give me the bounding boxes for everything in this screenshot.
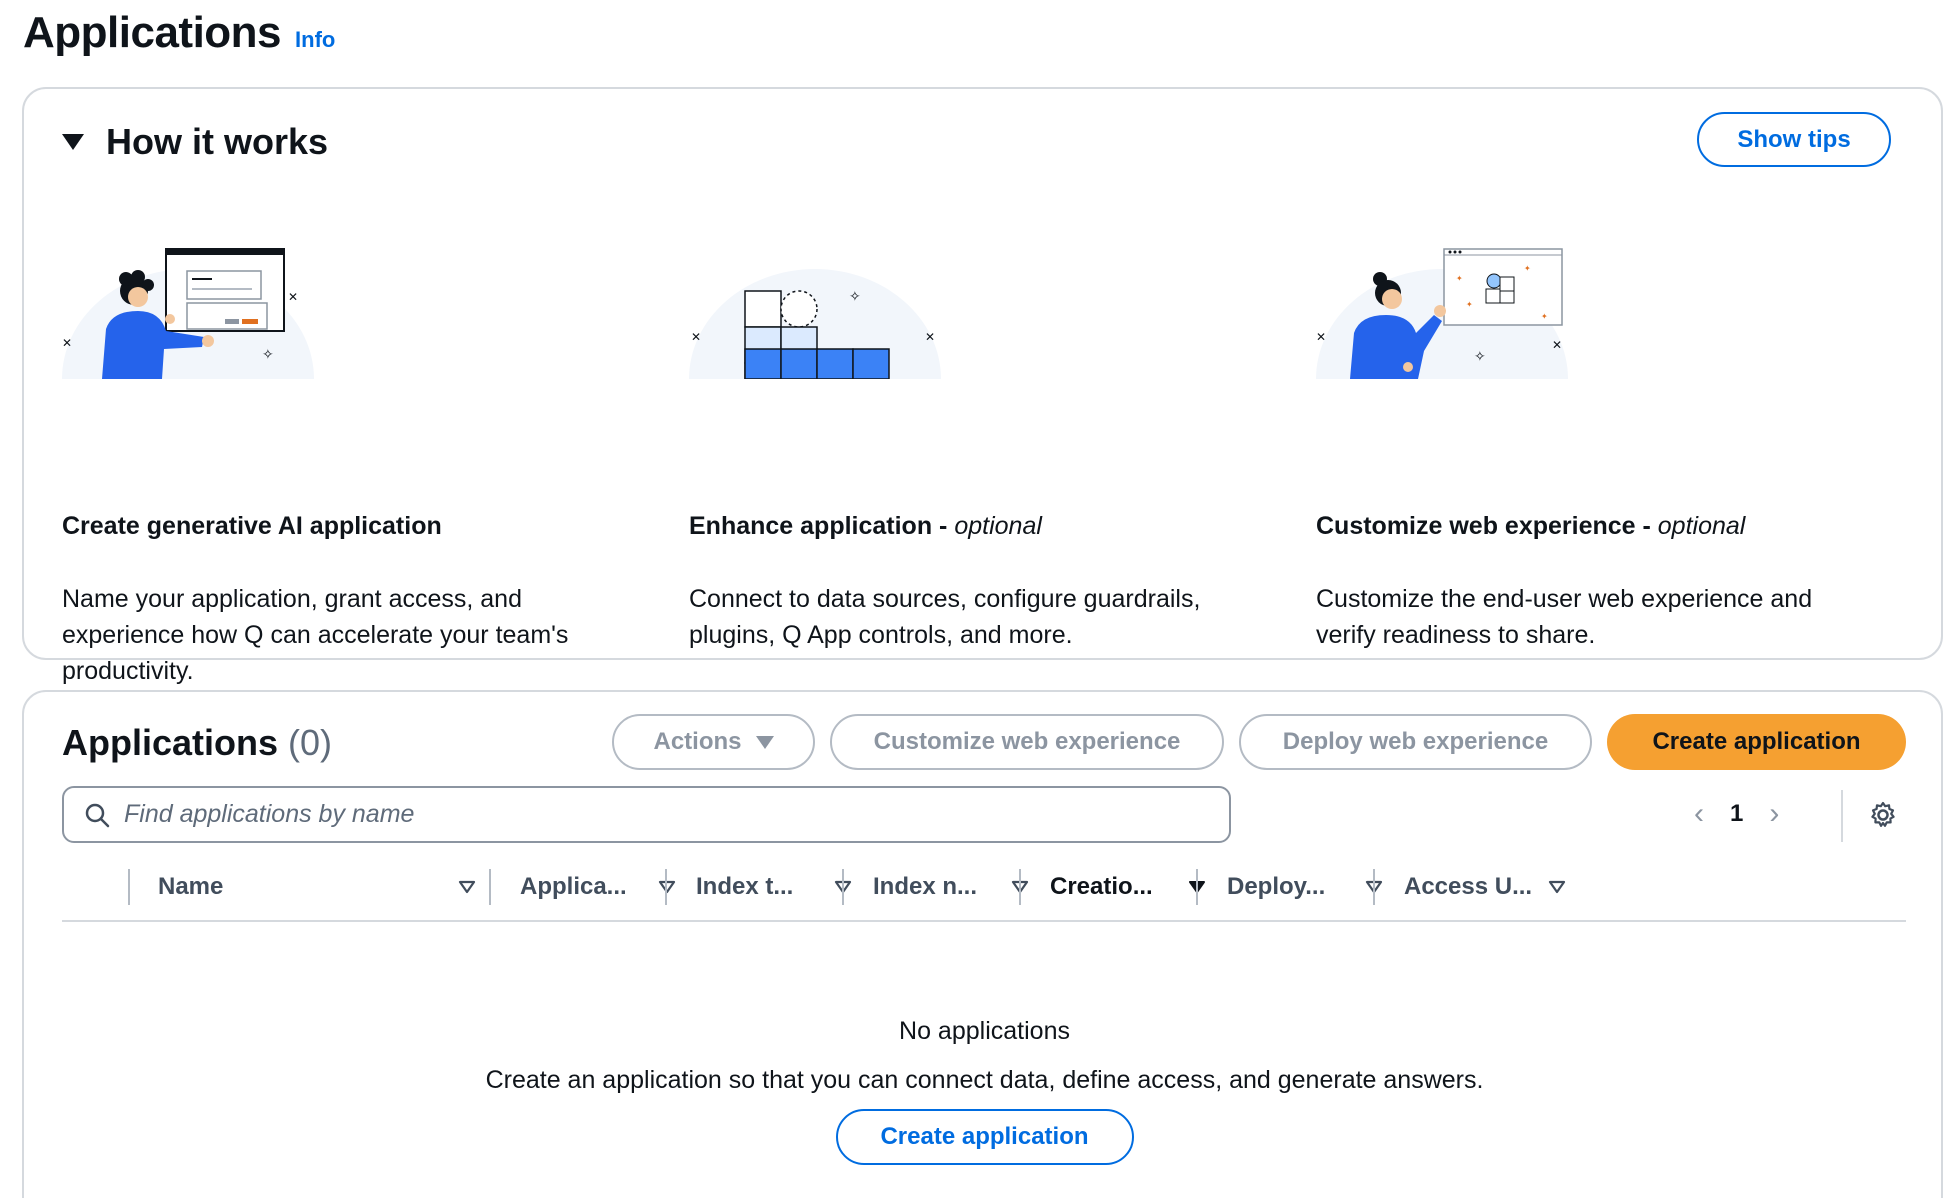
column-header-index-type[interactable]: Index t...: [696, 852, 852, 922]
applications-table-panel: Applications (0) Actions Customize web e…: [22, 690, 1943, 1198]
column-divider: [1373, 869, 1375, 905]
how-it-works-toggle[interactable]: How it works: [62, 121, 328, 163]
column-divider: [128, 869, 130, 905]
actions-label: Actions: [653, 728, 742, 755]
search-input[interactable]: [124, 800, 1174, 829]
svg-text:✕: ✕: [691, 330, 701, 344]
applications-table-title-text: Applications: [62, 722, 279, 763]
column-header-index-name[interactable]: Index n...: [873, 852, 1029, 922]
pagination-divider: [1841, 790, 1843, 842]
svg-text:✕: ✕: [1552, 338, 1562, 352]
svg-text:✦: ✦: [1466, 300, 1473, 309]
svg-text:✧: ✧: [849, 288, 861, 304]
applications-page: Applications Info How it works Show tips: [0, 0, 1954, 1198]
column-divider: [842, 869, 844, 905]
page-header: Applications Info: [23, 8, 335, 58]
svg-text:✕: ✕: [925, 330, 935, 344]
how-it-works-title: How it works: [106, 121, 329, 162]
column-divider: [489, 869, 491, 905]
step-description: Customize the end-user web experience an…: [1316, 585, 1813, 649]
step-description: Name your application, grant access, and…: [62, 585, 569, 685]
applications-table-title: Applications (0): [62, 722, 332, 764]
search-icon: [85, 803, 110, 827]
svg-text:✕: ✕: [288, 290, 298, 304]
step-description: Connect to data sources, configure guard…: [689, 585, 1201, 649]
svg-text:✧: ✧: [262, 346, 274, 362]
chevron-right-icon[interactable]: ›: [1769, 799, 1779, 829]
sort-icon: [1548, 880, 1566, 894]
create-application-button[interactable]: Create application: [1607, 714, 1906, 770]
page-number[interactable]: 1: [1730, 800, 1743, 828]
show-tips-button[interactable]: Show tips: [1697, 112, 1891, 167]
person-presenting-form-illustration: ✧ ✕ ✕: [62, 248, 314, 379]
applications-count: (0): [288, 722, 333, 763]
column-header-creation[interactable]: Creatio...: [1050, 852, 1205, 922]
page-title: Applications: [23, 8, 282, 57]
svg-text:✕: ✕: [1316, 330, 1326, 344]
column-divider: [1019, 869, 1021, 905]
column-divider: [1196, 869, 1198, 905]
empty-state-description: Create an application so that you can co…: [485, 1066, 1484, 1094]
caret-down-icon: [62, 134, 84, 150]
svg-text:✦: ✦: [1541, 312, 1548, 321]
how-it-works-panel: How it works Show tips ✧ ✕ ✕ Create gene…: [22, 87, 1943, 685]
sort-icon: [458, 880, 476, 894]
step-title: Enhance application - optional: [689, 512, 1042, 540]
search-field[interactable]: [62, 786, 1231, 843]
empty-state-create-application-button[interactable]: Create application: [835, 1109, 1134, 1165]
actions-dropdown-button[interactable]: Actions: [612, 714, 815, 770]
gear-icon[interactable]: [1868, 800, 1898, 830]
step-title: Customize web experience - optional: [1316, 512, 1746, 540]
info-link[interactable]: Info: [295, 27, 335, 53]
person-customizing-layout-illustration: ✦ ✦ ✦ ✦ ✧ ✕ ✕: [1316, 248, 1568, 379]
pagination: ‹ 1 ›: [1694, 788, 1779, 840]
chevron-left-icon[interactable]: ‹: [1694, 799, 1704, 829]
svg-text:✦: ✦: [1456, 274, 1463, 283]
column-header-deployment[interactable]: Deploy...: [1227, 852, 1383, 922]
table-header: Name Applica... Index t... Index n... Cr…: [62, 852, 1906, 922]
column-header-name[interactable]: Name: [158, 852, 476, 922]
column-header-application[interactable]: Applica...: [520, 852, 676, 922]
caret-down-icon: [755, 735, 774, 749]
empty-state-title: No applications: [899, 1017, 1070, 1045]
empty-state: No applications Create an application so…: [24, 1017, 1945, 1165]
svg-text:✧: ✧: [1474, 348, 1486, 364]
step-title: Create generative AI application: [62, 512, 442, 540]
svg-text:✦: ✦: [1524, 264, 1531, 273]
sort-icon: [658, 880, 676, 894]
svg-text:✕: ✕: [62, 336, 72, 350]
deploy-web-experience-button[interactable]: Deploy web experience: [1239, 714, 1592, 770]
building-blocks-illustration: ✧ ✕ ✕: [689, 269, 941, 379]
steps-list: ✧ ✕ ✕ Create generative AI application N…: [62, 219, 1942, 685]
customize-web-experience-button[interactable]: Customize web experience: [830, 714, 1224, 770]
column-header-access-url[interactable]: Access U...: [1404, 852, 1566, 922]
column-divider: [665, 869, 667, 905]
